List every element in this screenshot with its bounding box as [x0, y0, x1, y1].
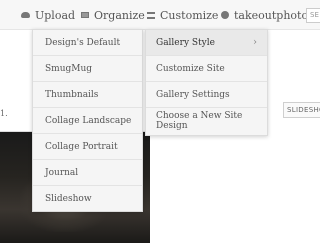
organize-icon — [81, 12, 89, 18]
user-menu-button[interactable]: takeoutphoto — [221, 0, 308, 30]
search-input[interactable]: SE — [306, 8, 320, 23]
user-label: takeoutphoto — [234, 8, 309, 22]
customize-icon — [147, 11, 155, 19]
style-option-collage-portrait[interactable]: Collage Portrait — [33, 134, 142, 160]
upload-button[interactable]: Upload — [21, 0, 75, 30]
top-toolbar: Upload Organize Customize takeoutphoto S… — [0, 0, 320, 30]
customize-menu: Gallery Style › Customize Site Gallery S… — [145, 29, 268, 136]
cloud-upload-icon — [21, 12, 30, 18]
menu-item-choose-site-design[interactable]: Choose a New Site Design — [146, 108, 267, 134]
user-icon — [221, 11, 229, 19]
customize-button[interactable]: Customize — [147, 0, 218, 30]
style-option-smugmug[interactable]: SmugMug — [33, 56, 142, 82]
menu-item-gallery-settings[interactable]: Gallery Settings — [146, 82, 267, 108]
style-option-collage-landscape[interactable]: Collage Landscape — [33, 108, 142, 134]
organize-button[interactable]: Organize — [81, 0, 145, 30]
style-option-designs-default[interactable]: Design's Default — [33, 30, 142, 56]
gallery-style-submenu: Design's Default SmugMug Thumbnails Coll… — [32, 29, 143, 212]
chevron-right-icon: › — [253, 37, 257, 48]
menu-item-gallery-style[interactable]: Gallery Style › — [146, 30, 267, 56]
organize-label: Organize — [94, 8, 145, 22]
page-number-fragment: 1. — [0, 109, 8, 118]
menu-item-customize-site[interactable]: Customize Site — [146, 56, 267, 82]
style-option-journal[interactable]: Journal — [33, 160, 142, 186]
upload-label: Upload — [35, 8, 76, 22]
customize-label: Customize — [160, 8, 219, 22]
style-option-slideshow[interactable]: Slideshow — [33, 186, 142, 212]
style-option-thumbnails[interactable]: Thumbnails — [33, 82, 142, 108]
gallery-style-label: Gallery Style — [156, 37, 215, 48]
slideshow-button[interactable]: SLIDESHO — [283, 102, 320, 118]
